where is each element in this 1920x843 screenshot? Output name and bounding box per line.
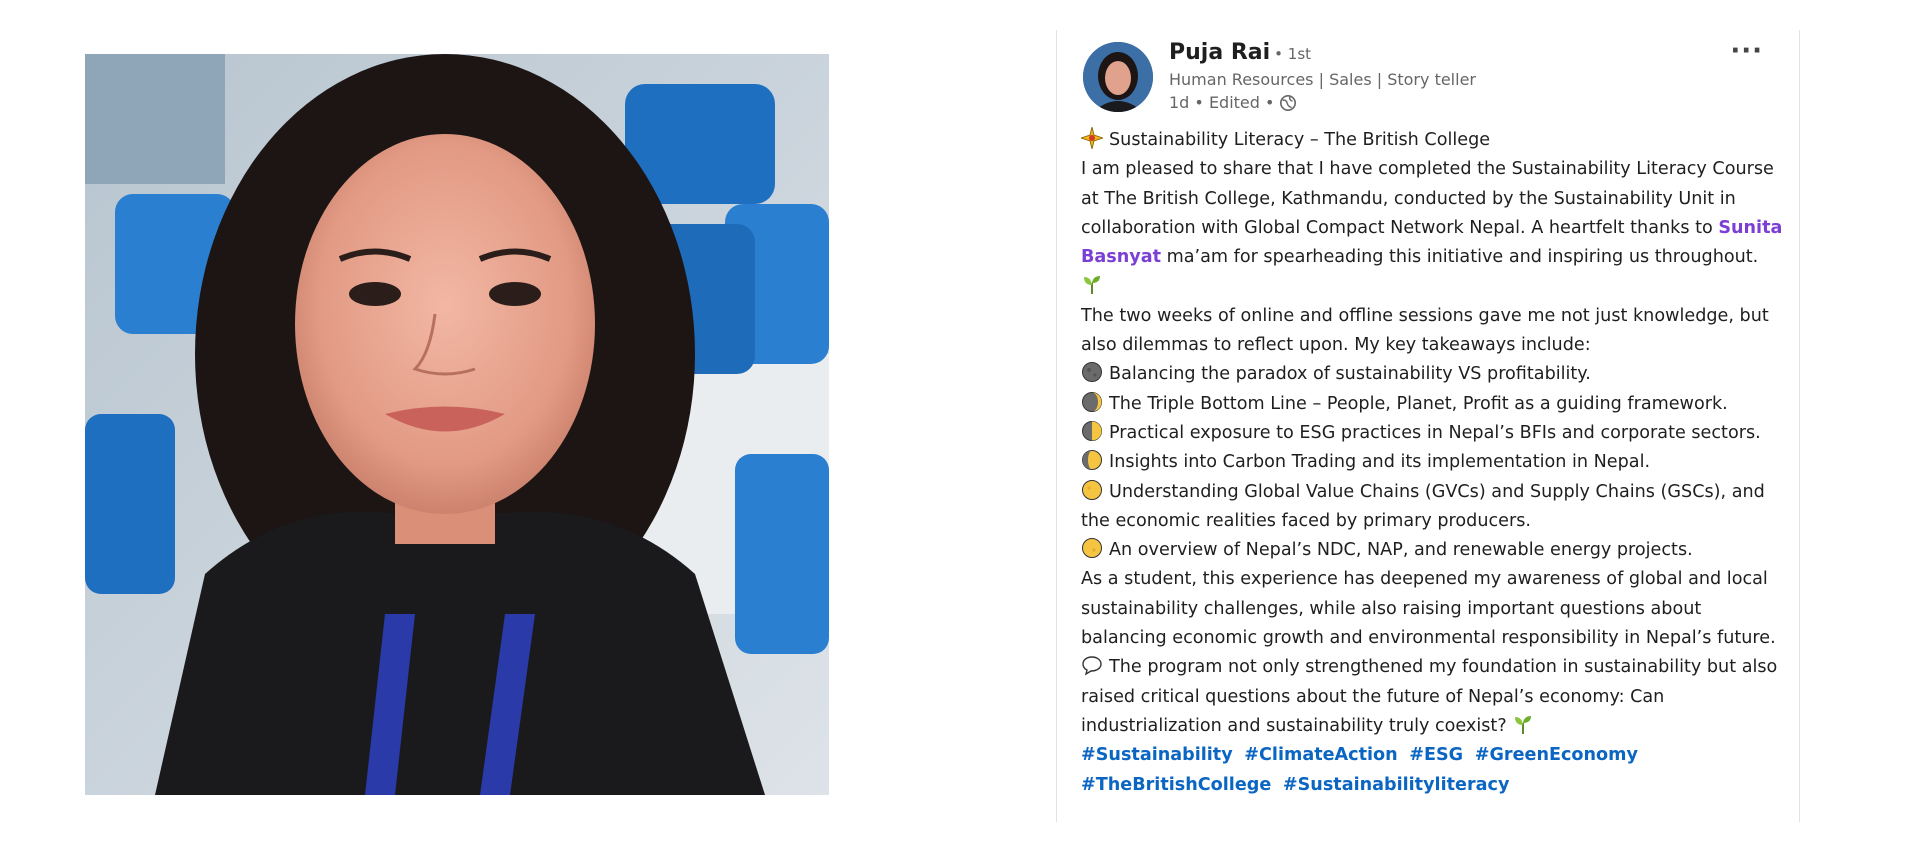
paragraph-student: As a student, this experience has deepen… (1081, 569, 1776, 649)
first-quarter-moon-emoji (1082, 420, 1102, 441)
globe-icon (1280, 94, 1297, 111)
takeaway-item: The Triple Bottom Line – People, Planet,… (1081, 390, 1791, 419)
paragraph-takeaways-intro: The two weeks of online and offline sess… (1081, 305, 1769, 356)
takeaway-text: Understanding Global Value Chains (GVCs)… (1081, 481, 1765, 531)
hashtag-link[interactable]: #Sustainability (1081, 745, 1233, 765)
intro-text-1: I am pleased to share that I have comple… (1081, 159, 1774, 238)
closing-text: The program not only strengthened my fou… (1081, 657, 1778, 736)
waxing-gibbous-moon-emoji (1082, 450, 1102, 471)
post-title-line: Sustainability Literacy – The British Co… (1081, 126, 1791, 155)
more-options-icon[interactable]: ··· (1730, 36, 1763, 66)
takeaway-item: Insights into Carbon Trading and its imp… (1081, 448, 1791, 477)
takeaway-text: Practical exposure to ESG practices in N… (1109, 422, 1761, 443)
hashtag-link[interactable]: #TheBritishCollege (1081, 775, 1271, 795)
author-name-text[interactable]: Puja Rai (1169, 40, 1270, 65)
takeaway-item: Understanding Global Value Chains (GVCs)… (1081, 478, 1791, 537)
hashtag-link[interactable]: #ESG (1409, 745, 1463, 765)
seedling-emoji (1084, 276, 1100, 295)
takeaway-text: Balancing the paradox of sustainability … (1109, 364, 1591, 385)
post-body: Sustainability Literacy – The British Co… (1081, 126, 1791, 800)
post-title: Sustainability Literacy – The British Co… (1109, 130, 1491, 150)
takeaway-text: Insights into Carbon Trading and its imp… (1109, 452, 1651, 473)
hashtag-link[interactable]: #ClimateAction (1244, 745, 1397, 765)
author-headline: Human Resources | Sales | Story teller (1169, 70, 1476, 89)
new-moon-emoji (1082, 362, 1102, 383)
paragraph-closing: The program not only strengthened my fou… (1081, 653, 1791, 741)
hashtag-link[interactable]: #Sustainabilityliteracy (1283, 775, 1510, 795)
seedling-emoji (1515, 715, 1532, 734)
post-meta: 1d • Edited • (1169, 93, 1297, 112)
takeaway-item: Practical exposure to ESG practices in N… (1081, 419, 1791, 448)
intro-text-2: ma’am for spearheading this initiative a… (1166, 247, 1759, 268)
sparkle-emoji (1081, 127, 1103, 149)
takeaway-text: An overview of Nepal’s NDC, NAP, and ren… (1109, 540, 1693, 561)
takeaway-item: Balancing the paradox of sustainability … (1081, 360, 1791, 389)
connection-degree: • 1st (1274, 45, 1312, 63)
post-time: 1d • Edited • (1169, 93, 1275, 112)
hashtag-link[interactable]: #GreenEconomy (1475, 745, 1638, 765)
selfie-photo (85, 54, 829, 795)
takeaway-text: The Triple Bottom Line – People, Planet,… (1109, 393, 1728, 414)
speech-bubble-emoji (1082, 656, 1102, 676)
full-moon-emoji (1082, 538, 1102, 559)
post-card: Puja Rai • 1st Human Resources | Sales | … (1056, 30, 1800, 822)
waxing-crescent-moon-emoji (1082, 391, 1102, 412)
paragraph-intro: I am pleased to share that I have comple… (1081, 155, 1791, 301)
takeaway-item: An overview of Nepal’s NDC, NAP, and ren… (1081, 536, 1791, 565)
full-moon-emoji (1082, 479, 1102, 500)
hashtag-list: #Sustainability #ClimateAction #ESG #Gre… (1081, 741, 1791, 800)
avatar[interactable] (1083, 42, 1153, 112)
post-photo[interactable] (85, 54, 829, 795)
author-name[interactable]: Puja Rai • 1st (1169, 40, 1311, 65)
